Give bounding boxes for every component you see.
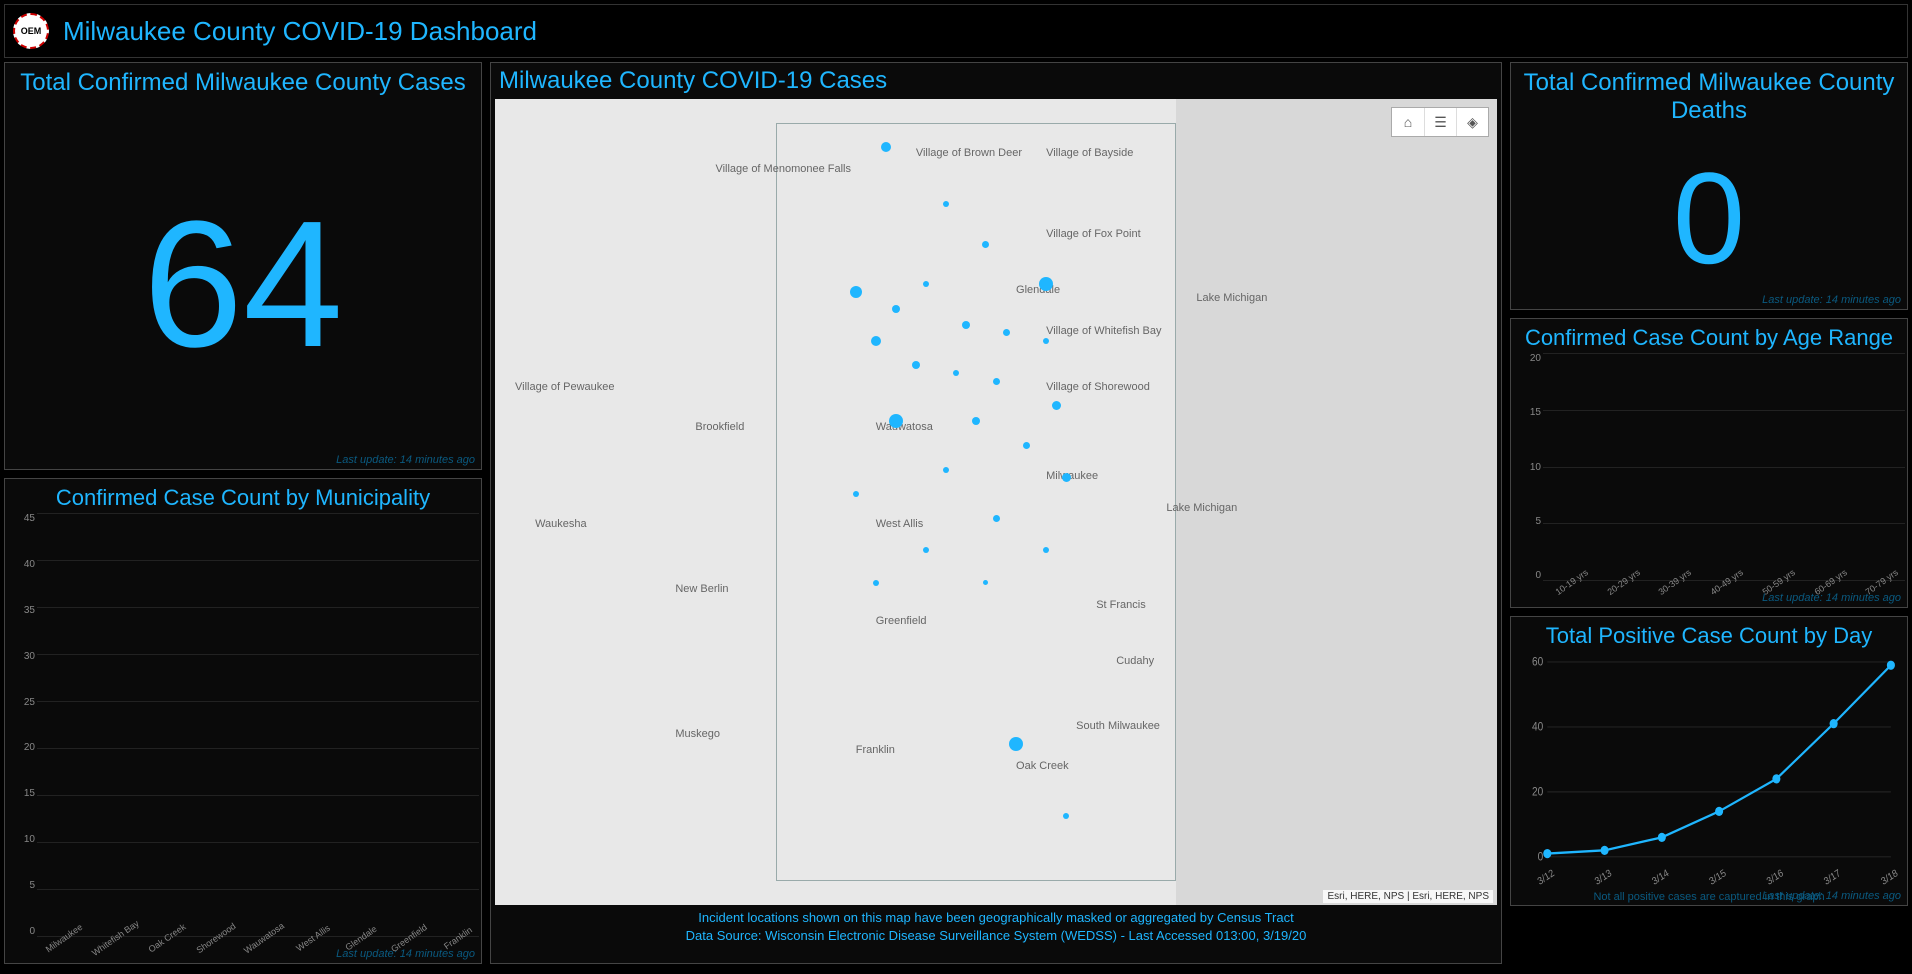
map-controls: ⌂ ☰ ◈	[1391, 107, 1489, 137]
case-dot[interactable]	[871, 336, 881, 346]
map-place-label: Greenfield	[876, 615, 927, 627]
map-place-label: St Francis	[1096, 599, 1146, 611]
total-deaths-panel: Total Confirmed Milwaukee County Deaths …	[1510, 62, 1908, 310]
data-point[interactable]	[1601, 846, 1609, 855]
data-point[interactable]	[1658, 833, 1666, 842]
muni-bar-chart[interactable]: 454035302520151050MilwaukeeWhitefish Bay…	[5, 513, 481, 963]
data-point[interactable]	[1543, 849, 1551, 858]
svg-text:60: 60	[1532, 656, 1543, 669]
map-place-label: Lake Michigan	[1196, 292, 1267, 304]
map-attribution: Esri, HERE, NPS | Esri, HERE, NPS	[1323, 890, 1493, 903]
panel-title: Total Confirmed Milwaukee County Deaths	[1511, 63, 1907, 127]
total-cases-value: 64	[5, 99, 481, 469]
svg-text:3/12: 3/12	[1536, 868, 1556, 887]
map-place-label: Village of Shorewood	[1046, 381, 1150, 393]
svg-text:3/13: 3/13	[1593, 867, 1614, 887]
data-point[interactable]	[1715, 807, 1723, 816]
map-place-label: Wauwatosa	[876, 421, 933, 433]
legend-icon[interactable]: ☰	[1424, 108, 1456, 136]
home-icon[interactable]: ⌂	[1392, 108, 1424, 136]
svg-text:3/14: 3/14	[1650, 867, 1671, 887]
case-dot[interactable]	[892, 305, 900, 313]
map-place-label: Muskego	[675, 728, 720, 740]
svg-text:20: 20	[1532, 786, 1543, 799]
header: OEM Milwaukee County COVID-19 Dashboard	[4, 4, 1908, 58]
case-dot[interactable]	[912, 361, 920, 369]
map-place-label: Lake Michigan	[1166, 502, 1237, 514]
map-place-label: New Berlin	[675, 583, 728, 595]
map-place-label: Oak Creek	[1016, 760, 1069, 772]
total-deaths-value: 0	[1511, 127, 1907, 309]
municipality-chart-panel: Confirmed Case Count by Municipality 454…	[4, 478, 482, 964]
map-place-label: South Milwaukee	[1076, 720, 1160, 732]
panel-title: Total Confirmed Milwaukee County Cases	[5, 63, 481, 99]
update-note: Last update: 14 minutes ago	[1762, 294, 1901, 306]
map-place-label: Milwaukee	[1046, 470, 1098, 482]
data-point[interactable]	[1887, 661, 1895, 670]
map-place-label: Brookfield	[695, 421, 744, 433]
svg-text:0: 0	[1538, 851, 1544, 864]
panel-title: Total Positive Case Count by Day	[1511, 617, 1907, 651]
map-title: Milwaukee County COVID-19 Cases	[491, 63, 1501, 99]
map-place-label: Village of Bayside	[1046, 147, 1133, 159]
map-place-label: Glendale	[1016, 284, 1060, 296]
total-cases-panel: Total Confirmed Milwaukee County Cases 6…	[4, 62, 482, 470]
map-place-label: Village of Brown Deer	[916, 147, 1022, 159]
case-dot[interactable]	[873, 580, 879, 586]
case-dot[interactable]	[1023, 442, 1030, 449]
map-place-label: Village of Pewaukee	[515, 381, 614, 393]
day-line-chart[interactable]: 0 20 40 60 3/12 3/13 3/14 3/15 3/16 3/17 3/18	[1511, 651, 1907, 905]
case-dot[interactable]	[993, 515, 1000, 522]
update-note: Last update: 14 minutes ago	[1762, 890, 1901, 902]
oem-logo-icon: OEM	[13, 13, 49, 49]
data-point[interactable]	[1772, 774, 1780, 783]
panel-title: Confirmed Case Count by Age Range	[1511, 319, 1907, 353]
map-place-label: Waukesha	[535, 518, 587, 530]
map-place-label: West Allis	[876, 518, 923, 530]
case-dot[interactable]	[943, 201, 949, 207]
svg-text:40: 40	[1532, 721, 1543, 734]
update-note: Last update: 14 minutes ago	[336, 454, 475, 466]
svg-text:3/16: 3/16	[1765, 867, 1786, 887]
map-place-label: Village of Whitefish Bay	[1046, 325, 1161, 337]
svg-text:3/18: 3/18	[1880, 867, 1901, 887]
case-dot[interactable]	[1043, 338, 1049, 344]
case-dot[interactable]	[943, 467, 949, 473]
map-place-label: Cudahy	[1116, 655, 1154, 667]
case-dot[interactable]	[953, 370, 959, 376]
update-note: Last update: 14 minutes ago	[1762, 592, 1901, 604]
day-chart-panel: Total Positive Case Count by Day 0 20 40 60…	[1510, 616, 1908, 906]
map-footer-text: Incident locations shown on this map hav…	[491, 905, 1501, 953]
svg-text:3/17: 3/17	[1822, 868, 1842, 887]
dashboard-title: Milwaukee County COVID-19 Dashboard	[63, 16, 537, 47]
case-dot[interactable]	[993, 378, 1000, 385]
map-place-label: Village of Menomonee Falls	[715, 163, 851, 175]
case-dot[interactable]	[1062, 473, 1071, 482]
map-place-label: Village of Fox Point	[1046, 228, 1141, 240]
case-dot[interactable]	[1009, 737, 1023, 751]
map-panel: Milwaukee County COVID-19 Cases ⌂ ☰ ◈ Es…	[490, 62, 1502, 964]
data-point[interactable]	[1830, 719, 1838, 728]
age-chart-panel: Confirmed Case Count by Age Range 201510…	[1510, 318, 1908, 608]
update-note: Last update: 14 minutes ago	[336, 948, 475, 960]
map-place-label: Franklin	[856, 744, 895, 756]
layers-icon[interactable]: ◈	[1456, 108, 1488, 136]
map-canvas[interactable]: ⌂ ☰ ◈ Esri, HERE, NPS | Esri, HERE, NPS …	[495, 99, 1497, 905]
age-bar-chart[interactable]: 2015105010-19 yrs20-29 yrs30-39 yrs40-49…	[1511, 353, 1907, 607]
case-dot[interactable]	[853, 491, 859, 497]
case-dot[interactable]	[1052, 401, 1061, 410]
svg-text:3/15: 3/15	[1708, 867, 1729, 887]
case-dot[interactable]	[962, 321, 970, 329]
panel-title: Confirmed Case Count by Municipality	[5, 479, 481, 513]
case-dot[interactable]	[1003, 329, 1010, 336]
